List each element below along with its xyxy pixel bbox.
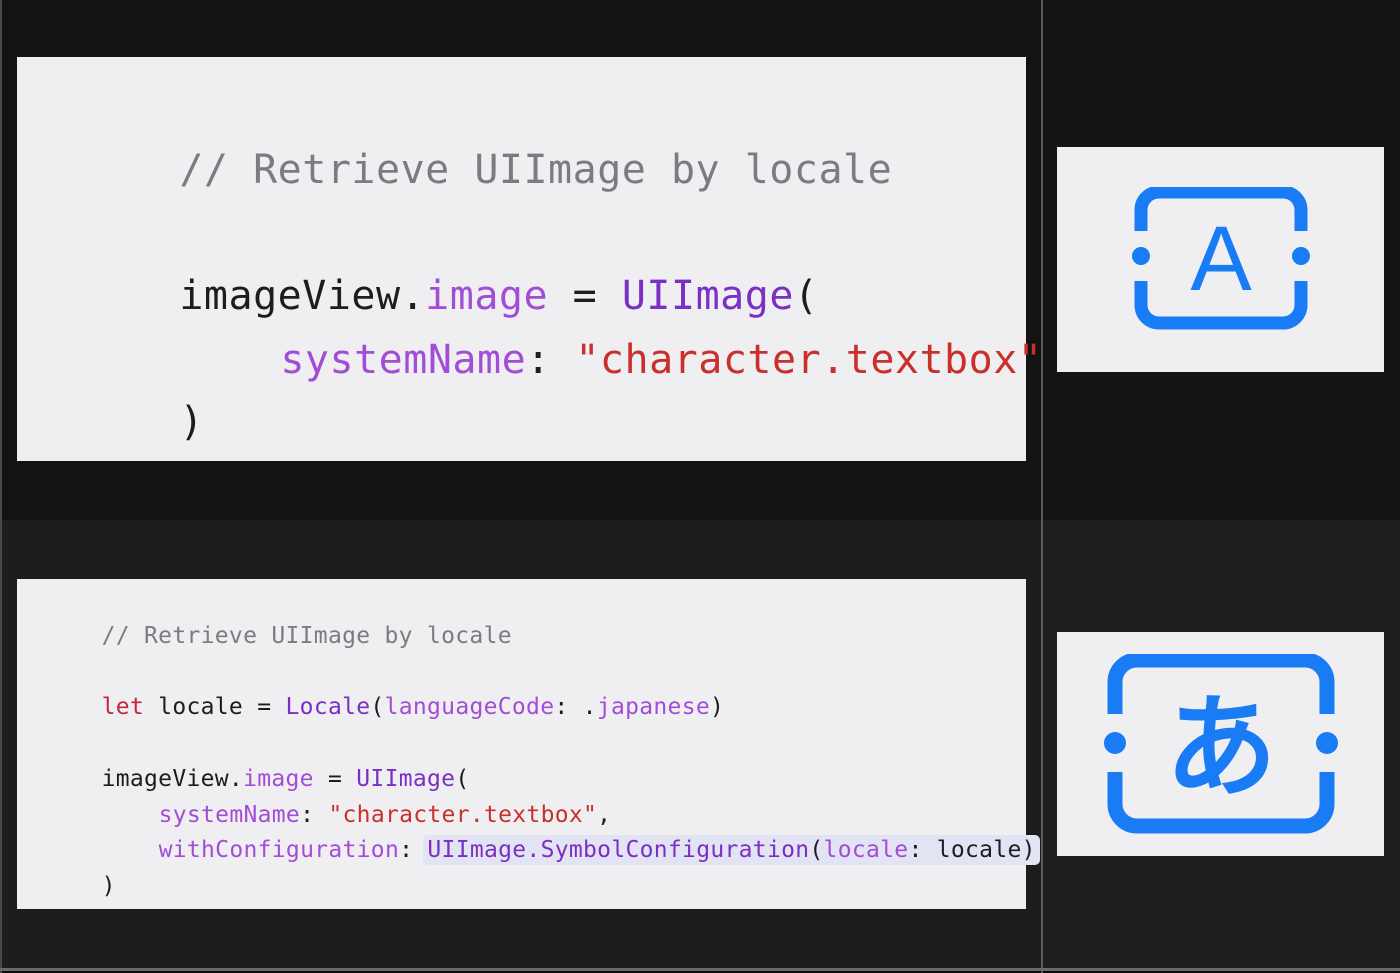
code-string-literal: "character.textbox" xyxy=(575,337,1043,383)
code-paren-close: ) xyxy=(101,873,116,899)
code-param-label: locale xyxy=(823,837,909,863)
bottom-edge xyxy=(0,968,1400,971)
code-line-close: ) xyxy=(81,353,204,491)
textbox-glyph: A xyxy=(1190,208,1252,310)
code-line-close: ) xyxy=(45,847,116,925)
code-paren-open: ( xyxy=(809,837,824,863)
textbox-glyph: あ xyxy=(1165,683,1277,813)
code-paren-open: ( xyxy=(370,694,385,720)
code-colon: : . xyxy=(554,694,597,720)
textbox-dot-left xyxy=(1103,732,1126,754)
code-colon: : xyxy=(526,337,576,383)
code-paren-close: ) xyxy=(179,399,204,445)
code-keyword-let: let xyxy=(101,694,145,720)
code-type: Locale xyxy=(285,694,371,720)
code-line-configuration: withConfiguration: UIImage.SymbolConfigu… xyxy=(102,811,1040,889)
textbox-dot-right xyxy=(1291,246,1310,265)
code-comment: // Retrieve UIImage by locale xyxy=(101,623,512,649)
code-line-comment: // Retrieve UIImage by locale xyxy=(45,597,512,675)
code-line-let-locale: let locale = Locale(languageCode: .japan… xyxy=(45,668,724,746)
code-variable: locale = xyxy=(144,694,286,720)
vertical-divider xyxy=(1041,0,1043,973)
icon-card-latin: A xyxy=(1057,147,1384,372)
code-argument: : locale) xyxy=(908,837,1036,863)
code-param-label: withConfiguration xyxy=(158,837,400,863)
code-line-argument: systemName: "character.textbox" xyxy=(182,291,1042,429)
code-highlight: UIImage.SymbolConfiguration(locale: loca… xyxy=(423,835,1040,865)
code-panel-locale: // Retrieve UIImage by locale let locale… xyxy=(17,579,1040,909)
code-param-label: systemName xyxy=(280,337,527,383)
code-line-comment: // Retrieve UIImage by locale xyxy=(81,101,892,239)
character-textbox-icon: A xyxy=(1131,186,1310,329)
textbox-dot-left xyxy=(1131,246,1150,265)
code-enum-value: japanese xyxy=(596,694,710,720)
left-edge xyxy=(0,0,2,973)
code-panel-basic: // Retrieve UIImage by locale imageView.… xyxy=(17,57,1042,461)
code-comment: // Retrieve UIImage by locale xyxy=(179,147,893,193)
textbox-dot-right xyxy=(1315,732,1338,754)
code-param-label: languageCode xyxy=(384,694,555,720)
icon-card-japanese: あ xyxy=(1057,632,1384,856)
code-paren-close: ) xyxy=(710,694,725,720)
code-type: UIImage.SymbolConfiguration xyxy=(427,837,810,863)
character-textbox-ja-icon: あ xyxy=(1103,654,1338,834)
